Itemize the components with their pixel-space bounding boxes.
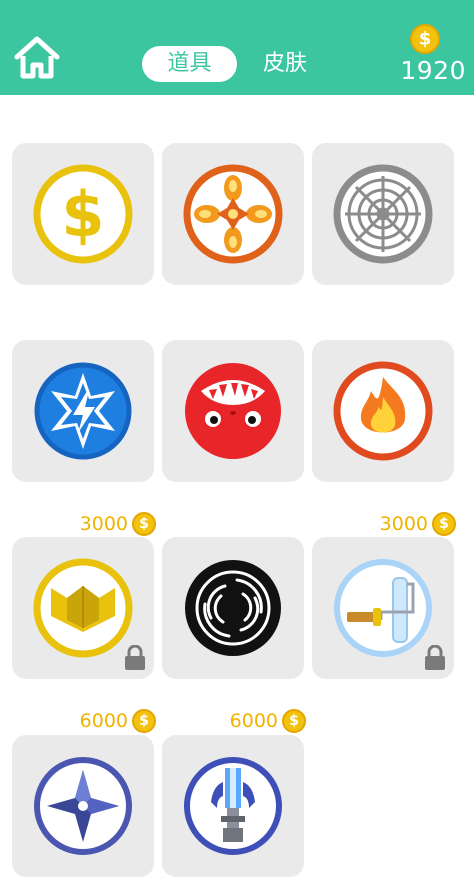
coin-icon: $ (282, 709, 306, 733)
item-card-dollar[interactable]: $ (12, 143, 154, 285)
golden-shield-icon (33, 558, 133, 658)
spider-web-icon (333, 164, 433, 264)
paint-roller-icon (334, 559, 432, 657)
svg-text:$: $ (61, 178, 104, 251)
fire-cross-icon (183, 164, 283, 264)
coin-icon: $ (432, 512, 456, 536)
item-card-shield[interactable] (12, 537, 154, 679)
tab-props[interactable]: 道具 (142, 46, 237, 82)
item-card-claw[interactable] (162, 735, 304, 877)
price-tag-shuriken: 6000 $ (78, 707, 156, 735)
coin-icon: $ (132, 512, 156, 536)
tab-skins[interactable]: 皮肤 (250, 46, 320, 82)
coin-count: 1920 (400, 56, 466, 85)
black-hole-icon (185, 560, 281, 656)
price-tag-roller: 3000 $ (378, 510, 456, 538)
item-card-lightning[interactable] (12, 340, 154, 482)
item-card-fire-cross[interactable] (162, 143, 304, 285)
price-tag-claw: 6000 $ (228, 707, 306, 735)
coin-icon: $ (132, 709, 156, 733)
home-icon[interactable] (14, 36, 60, 80)
item-card-web[interactable] (312, 143, 454, 285)
coin-icon: $ (410, 24, 440, 54)
laser-claw-icon (184, 757, 282, 855)
item-card-flame[interactable] (312, 340, 454, 482)
item-card-black-hole[interactable] (162, 537, 304, 679)
shuriken-icon (34, 757, 132, 855)
item-card-shuriken[interactable] (12, 735, 154, 877)
item-card-roller[interactable] (312, 537, 454, 679)
red-monster-icon (185, 363, 281, 459)
lock-icon (425, 645, 445, 670)
lock-icon (125, 645, 145, 670)
price-tag-shield: 3000 $ (78, 510, 156, 538)
dollar-coin-icon: $ (33, 164, 133, 264)
lightning-star-icon (34, 362, 132, 460)
coin-balance: $ 1920 (396, 24, 466, 88)
item-card-monster[interactable] (162, 340, 304, 482)
flame-icon (333, 361, 433, 461)
top-bar: 道具 皮肤 $ 1920 (0, 0, 474, 95)
